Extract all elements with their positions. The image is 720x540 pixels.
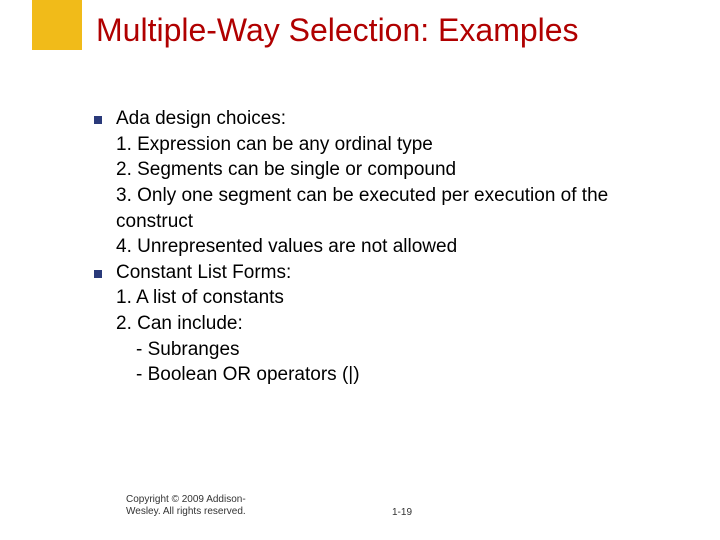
footer-line: Copyright © 2009 Addison-	[126, 494, 326, 506]
page-number: 1-19	[392, 507, 412, 518]
numbered-line: 2. Segments can be single or compound	[94, 157, 680, 183]
slide-body: Ada design choices: 1. Expression can be…	[94, 106, 680, 388]
line-text: 3. Only one segment can be executed per …	[116, 183, 680, 234]
square-bullet-icon	[94, 270, 102, 278]
numbered-line: 3. Only one segment can be executed per …	[94, 183, 680, 234]
numbered-line: 1. A list of constants	[94, 285, 680, 311]
bullet-text: Constant List Forms:	[116, 260, 291, 286]
line-text: - Subranges	[136, 337, 240, 363]
numbered-line: 2. Can include:	[94, 311, 680, 337]
corner-accent	[32, 0, 82, 50]
bullet-text: Ada design choices:	[116, 106, 286, 132]
copyright-footer: Copyright © 2009 Addison- Wesley. All ri…	[126, 494, 326, 518]
sub-line: - Boolean OR operators (|)	[94, 362, 680, 388]
bullet-item: Ada design choices:	[94, 106, 680, 132]
line-text: 4. Unrepresented values are not allowed	[116, 234, 457, 260]
square-bullet-icon	[94, 116, 102, 124]
line-text: 1. A list of constants	[116, 285, 284, 311]
bullet-item: Constant List Forms:	[94, 260, 680, 286]
numbered-line: 1. Expression can be any ordinal type	[94, 132, 680, 158]
numbered-line: 4. Unrepresented values are not allowed	[94, 234, 680, 260]
footer-line: Wesley. All rights reserved.	[126, 506, 326, 518]
line-text: - Boolean OR operators (|)	[136, 362, 360, 388]
slide-title: Multiple-Way Selection: Examples	[96, 12, 700, 49]
line-text: 2. Can include:	[116, 311, 243, 337]
line-text: 2. Segments can be single or compound	[116, 157, 456, 183]
line-text: 1. Expression can be any ordinal type	[116, 132, 433, 158]
sub-line: - Subranges	[94, 337, 680, 363]
